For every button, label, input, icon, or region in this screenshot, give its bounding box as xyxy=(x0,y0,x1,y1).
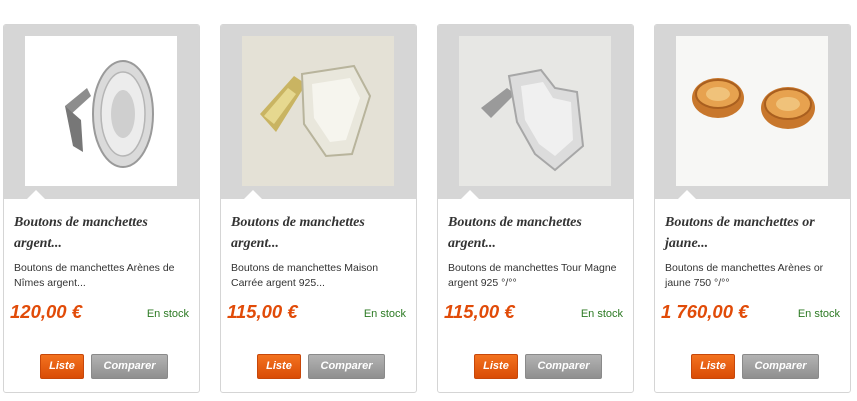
compare-button[interactable]: Comparer xyxy=(742,354,819,379)
list-button[interactable]: Liste xyxy=(257,354,301,379)
stock-status: En stock xyxy=(363,308,406,320)
product-image-area xyxy=(221,25,416,200)
product-price: 115,00 € xyxy=(227,301,298,322)
product-image-area xyxy=(438,25,633,200)
compare-button[interactable]: Comparer xyxy=(525,354,602,379)
product-title[interactable]: Boutons de manchettes or jaune... xyxy=(665,212,843,254)
product-image-area xyxy=(655,25,850,200)
product-card: Boutons de manchettes or jaune... Bouton… xyxy=(654,24,851,393)
product-image[interactable] xyxy=(25,36,177,186)
list-button[interactable]: Liste xyxy=(474,354,518,379)
list-button[interactable]: Liste xyxy=(40,354,84,379)
product-image[interactable] xyxy=(459,36,611,186)
stock-status: En stock xyxy=(797,308,840,320)
product-description: Boutons de manchettes Arènes or jaune 75… xyxy=(665,262,824,289)
product-image[interactable] xyxy=(242,36,394,186)
product-title[interactable]: Boutons de manchettes argent... xyxy=(14,212,192,254)
product-price: 1 760,00 € xyxy=(661,301,749,322)
compare-button[interactable]: Comparer xyxy=(91,354,168,379)
compare-button[interactable]: Comparer xyxy=(308,354,385,379)
product-card: Boutons de manchettes argent... Boutons … xyxy=(220,24,417,393)
product-card: Boutons de manchettes argent... Boutons … xyxy=(437,24,634,393)
stock-status: En stock xyxy=(146,308,189,320)
product-card: Boutons de manchettes argent... Boutons … xyxy=(3,24,200,393)
product-image-area xyxy=(4,25,199,200)
product-description: Boutons de manchettes Tour Magne argent … xyxy=(448,262,617,289)
product-description: Boutons de manchettes Maison Carrée arge… xyxy=(231,262,379,289)
product-title[interactable]: Boutons de manchettes argent... xyxy=(448,212,626,254)
product-image[interactable] xyxy=(676,36,828,186)
product-price: 120,00 € xyxy=(10,301,83,322)
product-title[interactable]: Boutons de manchettes argent... xyxy=(231,212,409,254)
list-button[interactable]: Liste xyxy=(691,354,735,379)
product-description: Boutons de manchettes Arènes de Nîmes ar… xyxy=(14,262,175,289)
product-price: 115,00 € xyxy=(444,301,515,322)
stock-status: En stock xyxy=(580,308,623,320)
